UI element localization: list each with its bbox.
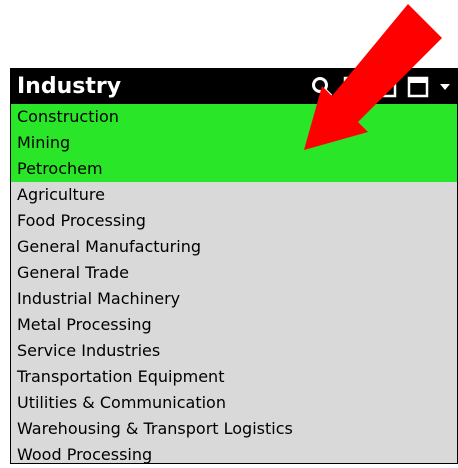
list-item[interactable]: Food Processing [11,208,457,234]
list-item[interactable]: Metal Processing [11,312,457,338]
list-item[interactable]: Warehousing & Transport Logistics [11,416,457,442]
list-item[interactable]: Utilities & Communication [11,390,457,416]
list-item[interactable]: Wood Processing [11,442,457,468]
panel-title: Industry [17,74,122,99]
list-item[interactable]: Industrial Machinery [11,286,457,312]
list-item[interactable]: Service Industries [11,338,457,364]
red-arrow-annotation [304,4,442,150]
list-item[interactable]: General Trade [11,260,457,286]
list-item[interactable]: Agriculture [11,182,457,208]
list-item[interactable]: Transportation Equipment [11,364,457,390]
list-item[interactable]: General Manufacturing [11,234,457,260]
